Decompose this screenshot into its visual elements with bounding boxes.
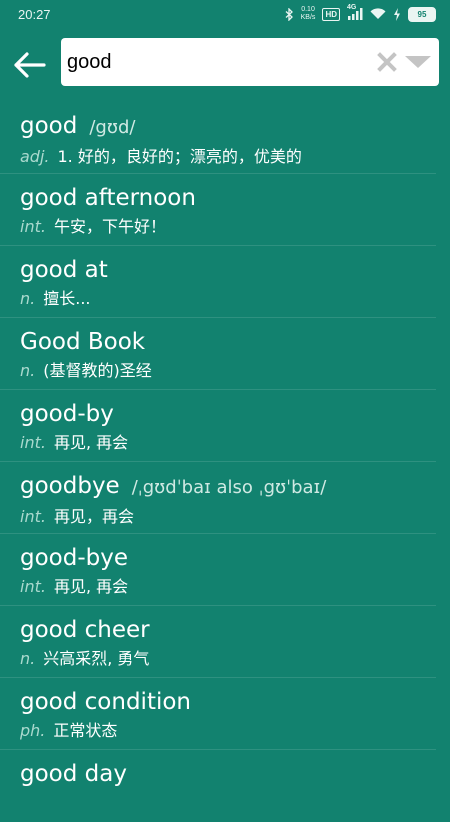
part-of-speech: n. xyxy=(20,649,36,668)
part-of-speech: ph. xyxy=(20,721,46,740)
hd-badge: HD xyxy=(322,7,340,21)
network-speed-unit: KB/s xyxy=(300,14,316,21)
headword: good afternoon xyxy=(20,185,196,211)
status-icons: 0.10 KB/s HD 4G 95 xyxy=(285,4,436,22)
search-box xyxy=(61,38,439,86)
result-entry-good-cheer[interactable]: good cheer n. 兴高采烈, 勇气 xyxy=(0,606,436,678)
arrow-left-icon xyxy=(14,52,46,78)
definition: 擅长... xyxy=(43,289,91,308)
network-speed-value: 0.10 xyxy=(301,6,315,13)
definition: 兴高采烈, 勇气 xyxy=(43,649,150,668)
headword: Good Book xyxy=(20,329,146,355)
part-of-speech: int. xyxy=(20,507,46,526)
close-icon xyxy=(377,52,397,72)
part-of-speech: adj. xyxy=(20,147,50,166)
search-input[interactable] xyxy=(67,42,357,82)
battery-indicator: 95 xyxy=(408,6,436,22)
part-of-speech: int. xyxy=(20,217,46,236)
part-of-speech: int. xyxy=(20,577,46,596)
cellular-signal-icon: 4G xyxy=(347,4,363,20)
headword: good condition xyxy=(20,689,191,715)
definition: 正常状态 xyxy=(53,721,118,740)
clear-search-button[interactable] xyxy=(375,50,399,74)
status-time: 20:27 xyxy=(18,6,51,22)
headword: good-by xyxy=(20,401,114,427)
bluetooth-icon xyxy=(285,7,294,21)
headword: good-bye xyxy=(20,545,129,571)
result-entry-good-condition[interactable]: good condition ph. 正常状态 xyxy=(0,678,436,750)
results-list: good/gʊd/ adj. 1. 好的，良好的；漂亮的，优美的 good aft… xyxy=(0,102,450,822)
result-entry-good-afternoon[interactable]: good afternoon int. 午安，下午好！ xyxy=(0,174,436,246)
result-entry-good-by[interactable]: good-by int. 再见, 再会 xyxy=(0,390,436,462)
wifi-icon xyxy=(370,8,386,20)
result-entry-good-at[interactable]: good at n. 擅长... xyxy=(0,246,436,318)
status-bar: 20:27 0.10 KB/s HD 4G 95 xyxy=(0,0,450,28)
headword: good day xyxy=(20,761,127,787)
definition: 午安，下午好！ xyxy=(53,217,166,236)
result-entry-goodbye[interactable]: goodbye/ˌgʊdˈbaɪ also ˌgʊˈbaɪ/ int. 再见，再会 xyxy=(0,462,436,534)
part-of-speech: n. xyxy=(20,361,36,380)
phonetic: /ˌgʊdˈbaɪ also ˌgʊˈbaɪ/ xyxy=(131,477,327,498)
headword: goodbye xyxy=(20,473,120,499)
result-entry-good-book[interactable]: Good Book n. (基督教的)圣经 xyxy=(0,318,436,390)
back-button[interactable] xyxy=(0,35,58,95)
part-of-speech: int. xyxy=(20,433,46,452)
definition: (基督教的)圣经 xyxy=(43,361,152,380)
search-header xyxy=(0,28,450,102)
network-speed: 0.10 KB/s xyxy=(301,6,316,22)
definition: 再见, 再会 xyxy=(53,577,129,596)
headword: good xyxy=(20,113,78,139)
phonetic: /gʊd/ xyxy=(89,117,136,138)
headword: good cheer xyxy=(20,617,150,643)
headword: good at xyxy=(20,257,108,283)
result-entry-good[interactable]: good/gʊd/ adj. 1. 好的，良好的；漂亮的，优美的 xyxy=(0,102,436,174)
network-type-label: 4G xyxy=(347,4,357,11)
definition: 1. 好的，良好的；漂亮的，优美的 xyxy=(57,147,302,166)
part-of-speech: n. xyxy=(20,289,36,308)
result-entry-good-bye[interactable]: good-bye int. 再见, 再会 xyxy=(0,534,436,606)
result-entry-good-day[interactable]: good day xyxy=(0,750,436,822)
definition: 再见，再会 xyxy=(53,507,134,526)
history-dropdown-button[interactable] xyxy=(403,52,433,72)
triangle-down-icon xyxy=(405,56,431,68)
definition: 再见, 再会 xyxy=(53,433,129,452)
charging-icon xyxy=(393,7,401,21)
